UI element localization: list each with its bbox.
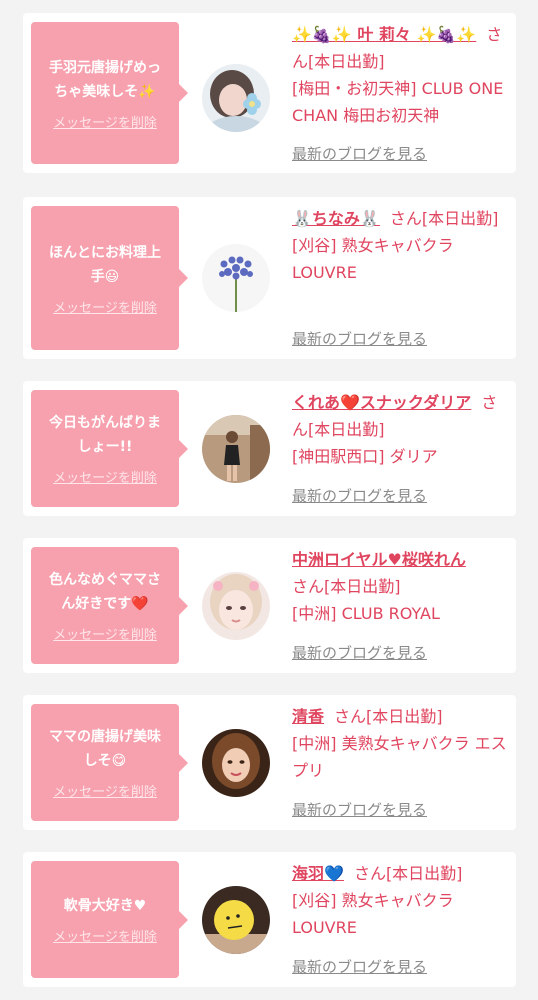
- sender-info: 中洲ロイヤル♥桜咲れん さん[本日出勤] [中洲] CLUB ROYAL: [292, 546, 510, 627]
- latest-blog-link[interactable]: 最新のブログを見る: [292, 956, 427, 977]
- sender-name-link[interactable]: 中洲ロイヤル♥桜咲れん: [292, 550, 466, 569]
- message-bubble: 今日もがんばりま しょー!! メッセージを削除: [31, 390, 188, 507]
- sender-info: くれあ❤️スナックダリア さん[本日出勤] [神田駅西口] ダリア: [292, 389, 510, 470]
- store-label: [刈谷] 熟女キャバクラ LOUVRE: [292, 891, 454, 937]
- message-card: 手羽元唐揚げめっ ちゃ美味しそ✨ メッセージを削除 ✨🍇✨ 叶 莉々 ✨🍇✨ さん…: [23, 13, 516, 173]
- store-label: [中洲] CLUB ROYAL: [292, 604, 440, 623]
- message-bubble: ほんとにお料理上 手😃 メッセージを削除: [31, 206, 188, 350]
- latest-blog-link[interactable]: 最新のブログを見る: [292, 328, 427, 349]
- sender-info: 清香 さん[本日出勤] [中洲] 美熟女キャバクラ エスプリ: [292, 703, 510, 784]
- woman-face-avatar-icon: [202, 572, 270, 640]
- sender-status: さん[本日出勤]: [389, 209, 499, 228]
- delete-message-link[interactable]: メッセージを削除: [53, 926, 157, 945]
- purple-flower-avatar-icon: [202, 244, 270, 312]
- avatar[interactable]: [202, 886, 270, 954]
- store-label: [神田駅西口] ダリア: [292, 447, 438, 466]
- sender-name-link[interactable]: 海羽💙: [292, 864, 344, 883]
- message-text: ママの唐揚げ美味 しそ😋: [49, 729, 161, 769]
- latest-blog-link[interactable]: 最新のブログを見る: [292, 799, 427, 820]
- message-text: ほんとにお料理上 手😃: [49, 244, 161, 285]
- message-text: 手羽元唐揚げめっ ちゃ美味しそ✨: [49, 59, 161, 100]
- latest-blog-link[interactable]: 最新のブログを見る: [292, 642, 427, 663]
- message-card: 色んなめぐママさ ん好きです❤️ メッセージを削除 中洲ロイヤル♥桜咲れん さん…: [23, 538, 516, 673]
- message-card: 軟骨大好き♥ メッセージを削除 海羽💙 さん[本日出勤] [刈谷] 熟女キャバクラ…: [23, 852, 516, 987]
- delete-message-link[interactable]: メッセージを削除: [53, 624, 157, 643]
- delete-message-link[interactable]: メッセージを削除: [53, 467, 157, 486]
- avatar[interactable]: [202, 729, 270, 797]
- delete-message-link[interactable]: メッセージを削除: [53, 112, 157, 131]
- delete-message-link[interactable]: メッセージを削除: [53, 297, 157, 316]
- sender-name-link[interactable]: 清香: [292, 707, 324, 726]
- sender-name-link[interactable]: ✨🍇✨ 叶 莉々 ✨🍇✨: [292, 25, 476, 44]
- latest-blog-link[interactable]: 最新のブログを見る: [292, 143, 427, 164]
- woman-with-flower-avatar-icon: [202, 64, 270, 132]
- message-bubble: 軟骨大好き♥ メッセージを削除: [31, 861, 188, 978]
- latest-blog-link[interactable]: 最新のブログを見る: [292, 485, 427, 506]
- message-card: ママの唐揚げ美味 しそ😋 メッセージを削除 清香 さん[本日出勤] [中洲] 美熟…: [23, 695, 516, 830]
- sender-status: さん[本日出勤]: [292, 577, 401, 596]
- store-label: [中洲] 美熟女キャバクラ エスプリ: [292, 734, 507, 780]
- message-card: ほんとにお料理上 手😃 メッセージを削除 🐰ちなみ🐰 さん[本日出勤] [刈谷] …: [23, 197, 516, 359]
- message-bubble: ママの唐揚げ美味 しそ😋 メッセージを削除: [31, 704, 188, 821]
- avatar[interactable]: [202, 64, 270, 132]
- avatar[interactable]: [202, 572, 270, 640]
- message-bubble: 手羽元唐揚げめっ ちゃ美味しそ✨ メッセージを削除: [31, 22, 188, 164]
- sender-status: さん[本日出勤]: [353, 864, 463, 883]
- delete-message-link[interactable]: メッセージを削除: [53, 781, 157, 800]
- sender-name-link[interactable]: くれあ❤️スナックダリア: [292, 393, 471, 412]
- avatar[interactable]: [202, 415, 270, 483]
- message-bubble: 色んなめぐママさ ん好きです❤️ メッセージを削除: [31, 547, 188, 664]
- woman-portrait-avatar-icon: [202, 729, 270, 797]
- store-label: [刈谷] 熟女キャバクラ LOUVRE: [292, 236, 454, 282]
- message-text: 今日もがんばりま しょー!!: [49, 415, 161, 455]
- smiley-face-avatar-icon: [202, 886, 270, 954]
- store-label: [梅田・お初天神] CLUB ONE CHAN 梅田お初天神: [292, 79, 504, 125]
- avatar[interactable]: [202, 244, 270, 312]
- message-text: 軟骨大好き♥: [63, 898, 147, 914]
- sender-status: さん[本日出勤]: [334, 707, 443, 726]
- woman-standing-avatar-icon: [202, 415, 270, 483]
- message-card: 今日もがんばりま しょー!! メッセージを削除 くれあ❤️スナックダリア さん[本…: [23, 381, 516, 516]
- sender-info: 🐰ちなみ🐰 さん[本日出勤] [刈谷] 熟女キャバクラ LOUVRE: [292, 205, 510, 286]
- message-text: 色んなめぐママさ ん好きです❤️: [49, 572, 161, 612]
- sender-info: ✨🍇✨ 叶 莉々 ✨🍇✨ さん[本日出勤] [梅田・お初天神] CLUB ONE …: [292, 21, 510, 129]
- sender-name-link[interactable]: 🐰ちなみ🐰: [292, 209, 380, 228]
- sender-info: 海羽💙 さん[本日出勤] [刈谷] 熟女キャバクラ LOUVRE: [292, 860, 510, 941]
